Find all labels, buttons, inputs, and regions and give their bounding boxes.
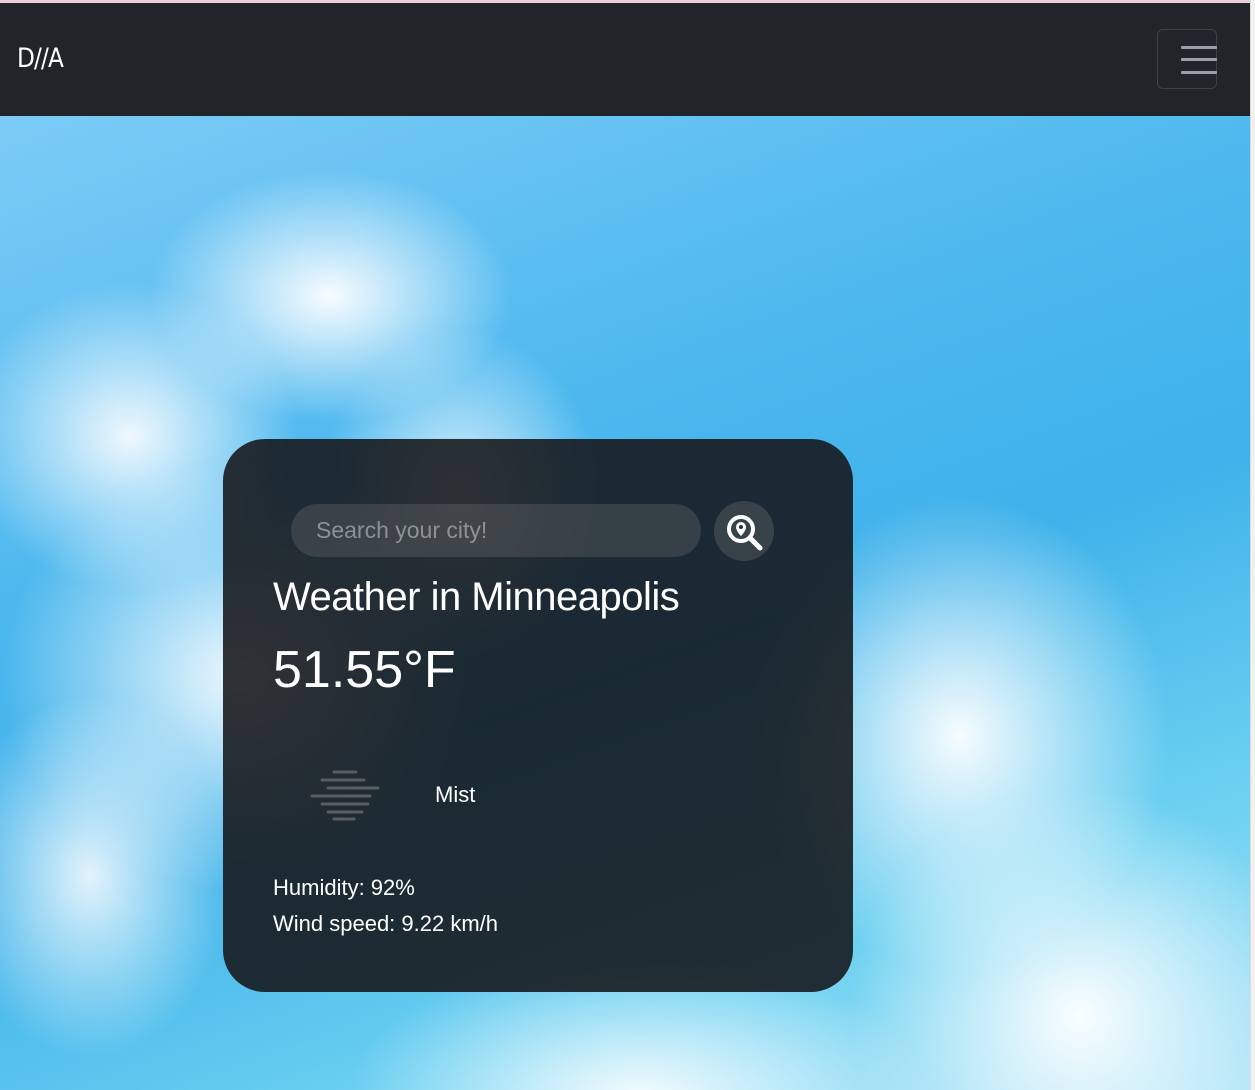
navbar-toggler-button[interactable]	[1157, 29, 1217, 89]
weather-description: Mist	[435, 782, 476, 807]
search-location-icon	[727, 515, 763, 551]
hamburger-line	[1181, 71, 1217, 74]
window-right-edge	[1250, 0, 1255, 1090]
brand-link[interactable]: D//A	[17, 42, 64, 76]
search-button[interactable]	[714, 501, 774, 561]
hamburger-menu-icon	[1181, 46, 1217, 49]
hamburger-line	[1181, 58, 1217, 61]
navbar: D//A	[0, 3, 1250, 116]
wind-speed-text: Wind speed: 9.22 km/h	[273, 911, 499, 936]
city-search-input[interactable]	[291, 504, 701, 557]
mist-icon	[310, 770, 380, 821]
weather-card: Weather in Minneapolis 51.55°F Mist Humi…	[223, 439, 853, 992]
page: D//A Weather in Minneapolis 51.55°F	[0, 0, 1250, 1090]
humidity-text: Humidity: 92%	[273, 875, 415, 900]
temperature-value: 51.55°F	[273, 641, 456, 699]
city-weather-title: Weather in Minneapolis	[273, 575, 680, 619]
